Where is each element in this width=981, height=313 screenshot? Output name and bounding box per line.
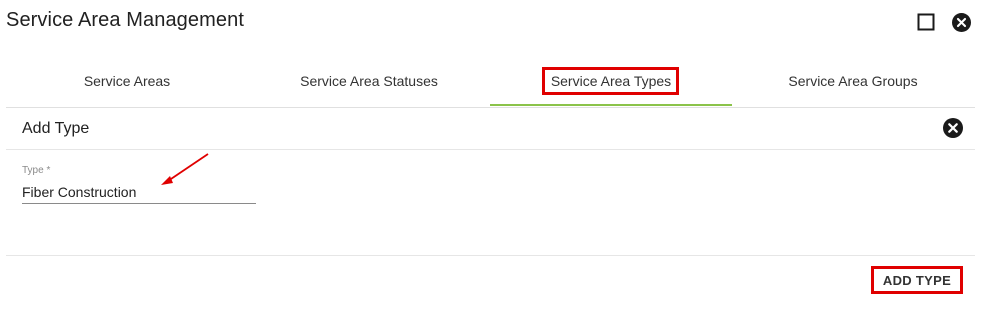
tab-service-area-types[interactable]: Service Area Types <box>490 57 732 105</box>
tab-service-area-statuses[interactable]: Service Area Statuses <box>248 57 490 105</box>
panel-title: Add Type <box>22 120 90 137</box>
close-panel-icon[interactable] <box>943 118 963 138</box>
add-type-button[interactable]: ADD TYPE <box>871 266 963 294</box>
maximize-icon[interactable] <box>917 13 935 31</box>
add-type-panel-header: Add Type <box>6 108 975 150</box>
type-field-label: Type * <box>22 165 51 176</box>
type-field: Type * <box>22 165 256 207</box>
service-area-dialog: Service Area Management Service Areas Se… <box>0 0 981 313</box>
tab-bar: Service Areas Service Area Statuses Serv… <box>6 57 975 108</box>
tab-service-area-groups[interactable]: Service Area Groups <box>732 57 974 105</box>
tab-service-areas[interactable]: Service Areas <box>6 57 248 105</box>
active-tab-indicator <box>490 104 732 106</box>
close-dialog-icon[interactable] <box>952 13 971 32</box>
dialog-title: Service Area Management <box>6 9 244 31</box>
footer-divider <box>6 255 975 256</box>
type-input[interactable] <box>22 181 256 204</box>
